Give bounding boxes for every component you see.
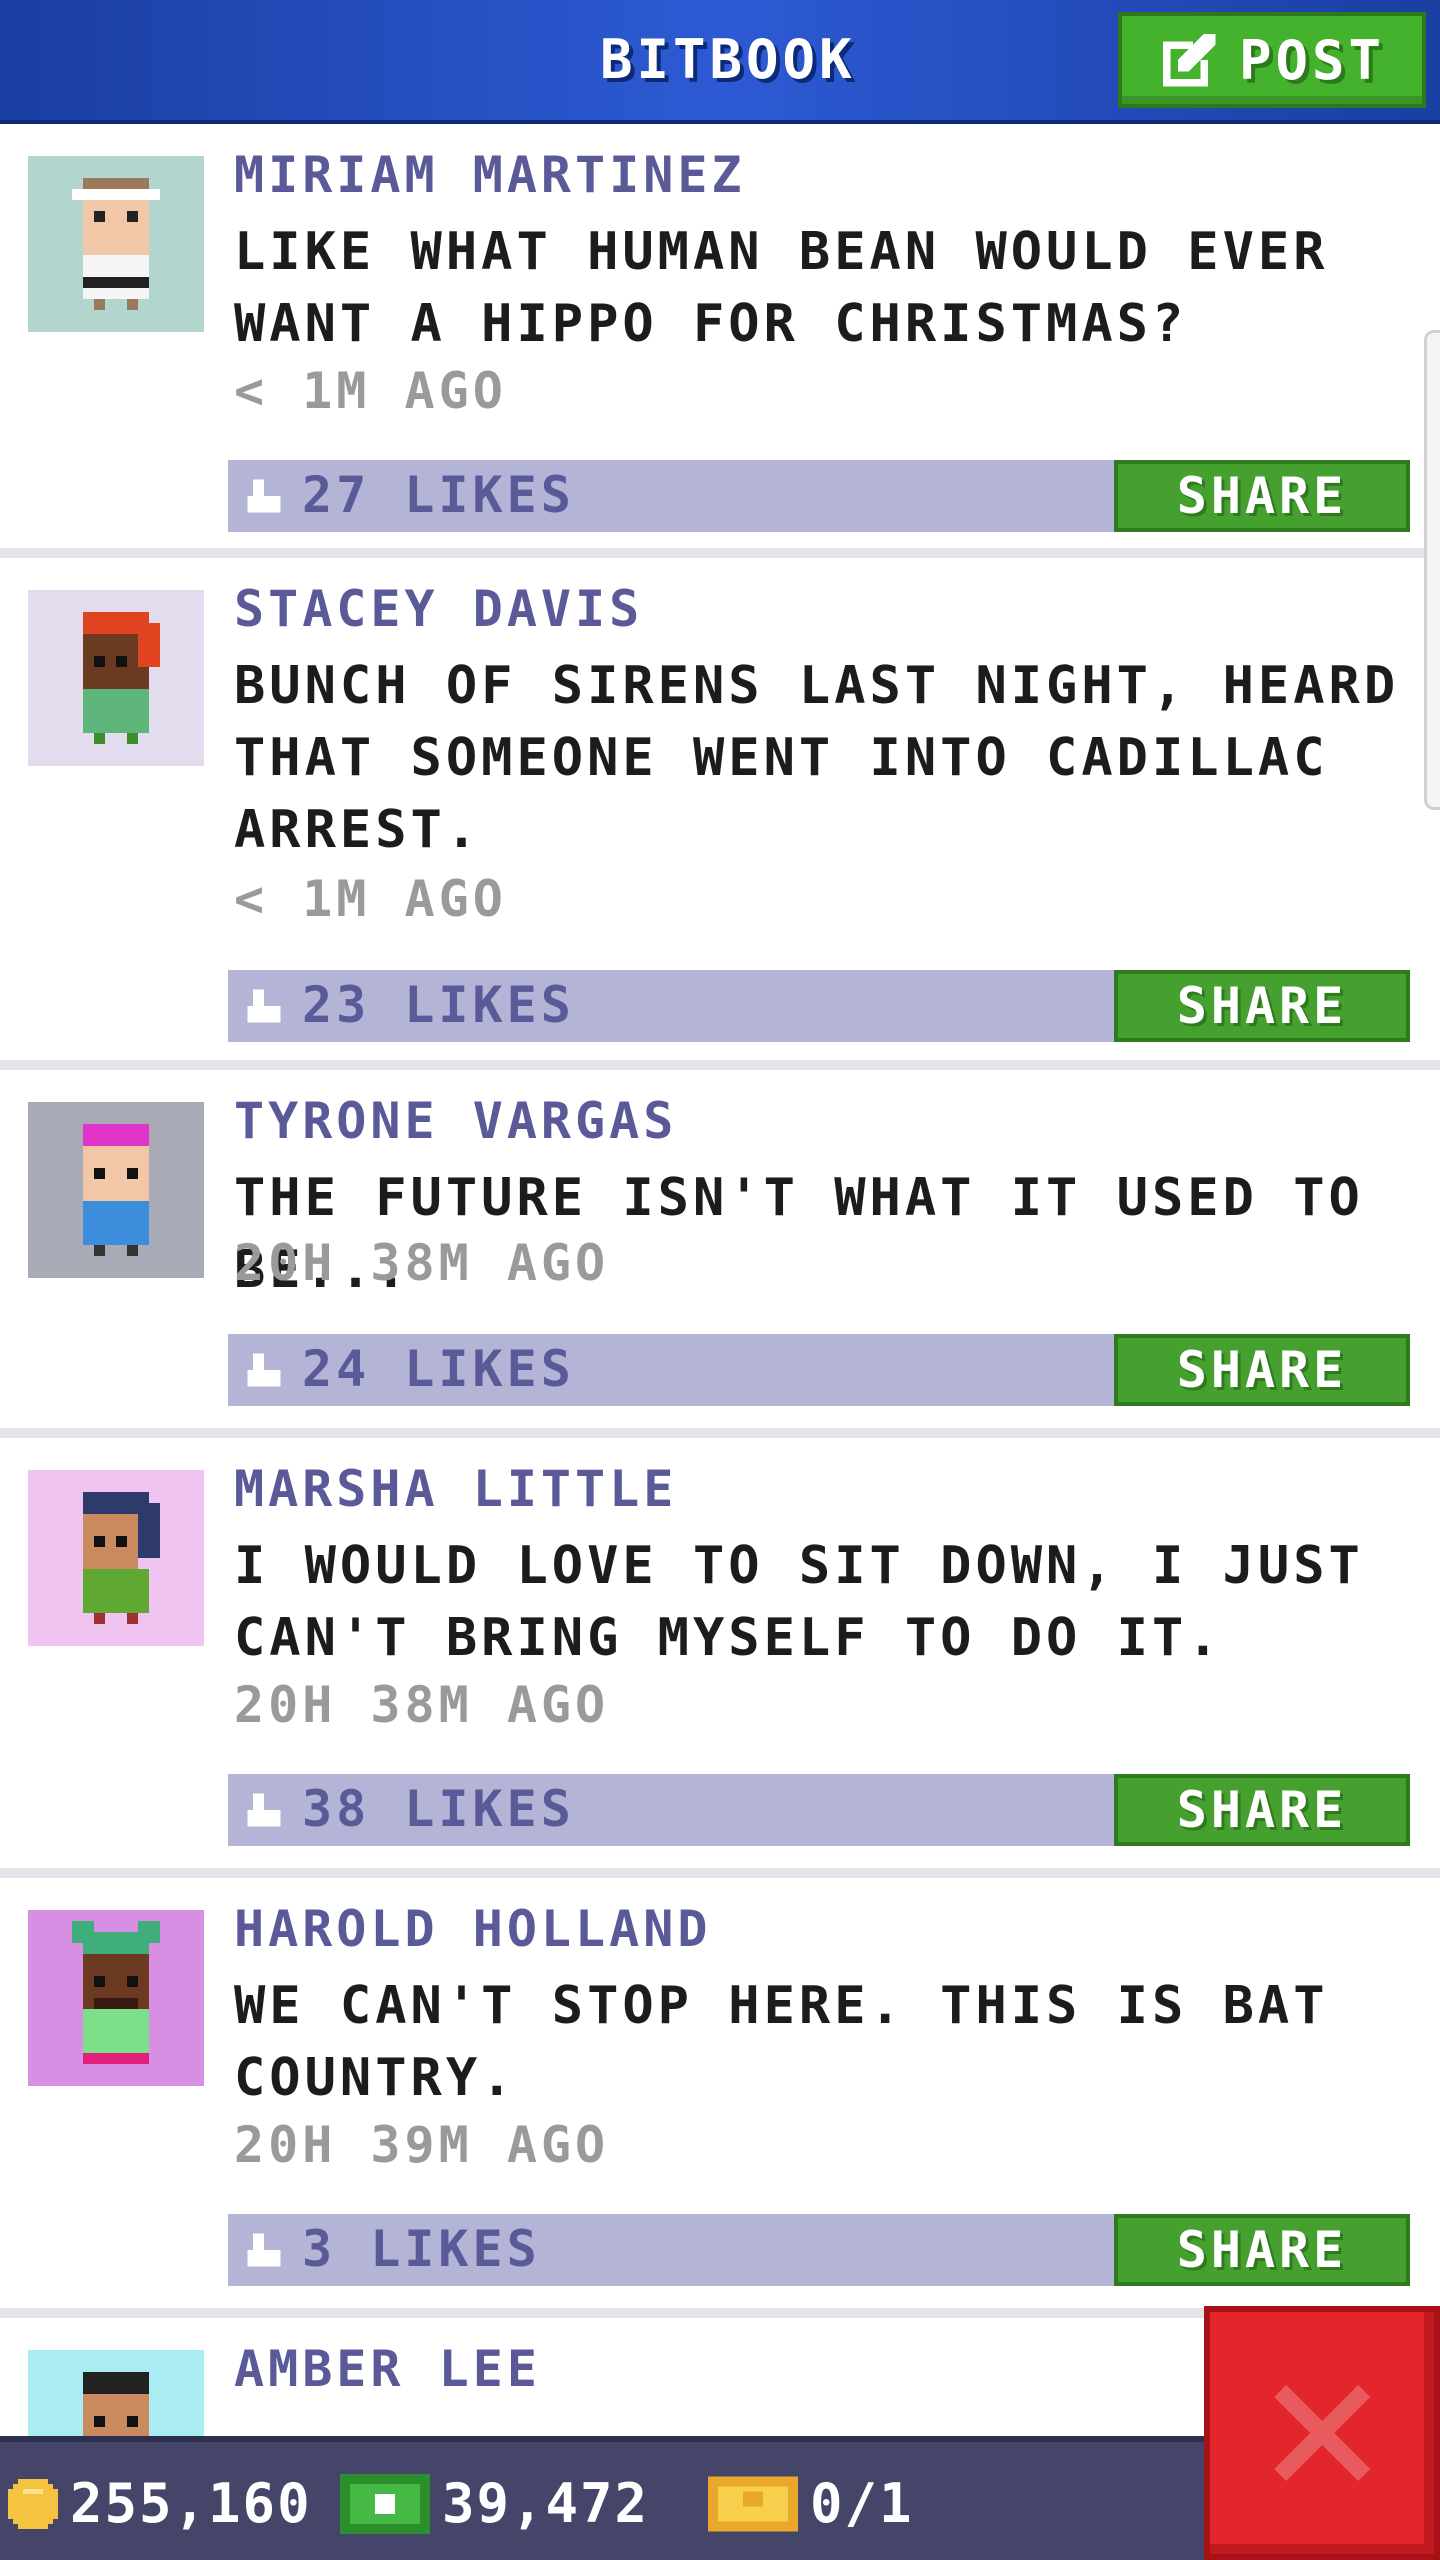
post-feed[interactable]: MIRIAM MARTINEZ LIKE WHAT HUMAN BEAN WOU… (0, 124, 1440, 2436)
like-bar: 38 LIKES SHARE (228, 1774, 1410, 1846)
close-button[interactable] (1204, 2306, 1440, 2560)
post-item: MIRIAM MARTINEZ LIKE WHAT HUMAN BEAN WOU… (0, 124, 1440, 558)
post-author[interactable]: TYRONE VARGAS (234, 1092, 677, 1150)
cash-icon (340, 2473, 430, 2534)
post-message: LIKE WHAT HUMAN BEAN WOULD EVER WANT A H… (234, 222, 1329, 354)
scroll-indicator[interactable] (1424, 330, 1440, 810)
close-x-icon (1274, 2385, 1370, 2481)
tickets-stat: 0/1 (708, 2472, 914, 2535)
like-bar: 27 LIKES SHARE (228, 460, 1410, 532)
post-item: HAROLD HOLLAND WE CAN'T STOP HERE. THIS … (0, 1878, 1440, 2318)
avatar (28, 156, 204, 332)
bux-value: 39,472 (442, 2472, 650, 2535)
share-button[interactable]: SHARE (1114, 970, 1410, 1042)
share-button[interactable]: SHARE (1114, 1774, 1410, 1846)
share-button[interactable]: SHARE (1114, 2214, 1410, 2286)
avatar (28, 2350, 204, 2436)
like-count[interactable]: 23 LIKES (302, 976, 575, 1034)
post-message: WE CAN'T STOP HERE. THIS IS BAT COUNTRY. (234, 1976, 1329, 2108)
avatar (28, 1910, 204, 2086)
post-time: 20H 38M AGO (234, 1676, 610, 1734)
share-button[interactable]: SHARE (1114, 1334, 1410, 1406)
avatar (28, 1470, 204, 1646)
coins-stat: 255,160 (8, 2472, 312, 2535)
post-time: 20H 39M AGO (234, 2116, 610, 2174)
post-item: TYRONE VARGAS THE FUTURE ISN'T WHAT IT U… (0, 1070, 1440, 1438)
post-button-label: POST (1238, 28, 1386, 92)
post-button[interactable]: POST (1118, 12, 1426, 108)
like-count[interactable]: 24 LIKES (302, 1340, 575, 1398)
post-time: < 1M AGO (234, 870, 507, 928)
avatar (28, 1102, 204, 1278)
bitbook-screen: BITBOOK POST MIRIAM MARTINEZ LIKE WHAT H… (0, 0, 1440, 2560)
post-item: MARSHA LITTLE I WOULD LOVE TO SIT DOWN, … (0, 1438, 1440, 1878)
thumbs-up-icon (247, 989, 281, 1023)
thumbs-up-icon (247, 479, 281, 513)
app-title: BITBOOK (600, 28, 856, 91)
post-time: 20H 38M AGO (234, 1234, 610, 1292)
like-count[interactable]: 3 LIKES (302, 2220, 541, 2278)
post-author[interactable]: MIRIAM MARTINEZ (234, 146, 746, 204)
coins-value: 255,160 (70, 2472, 312, 2535)
thumbs-up-icon (247, 1353, 281, 1387)
golden-ticket-icon (708, 2476, 798, 2531)
post-author[interactable]: HAROLD HOLLAND (234, 1900, 711, 1958)
post-author[interactable]: MARSHA LITTLE (234, 1460, 677, 1518)
tickets-value: 0/1 (810, 2472, 914, 2535)
thumbs-up-icon (247, 1793, 281, 1827)
share-button[interactable]: SHARE (1114, 460, 1410, 532)
like-count[interactable]: 38 LIKES (302, 1780, 575, 1838)
post-time: < 1M AGO (234, 362, 507, 420)
bux-stat: 39,472 (340, 2472, 649, 2535)
avatar (28, 590, 204, 766)
like-bar: 24 LIKES SHARE (228, 1334, 1410, 1406)
coin-icon (8, 2478, 58, 2529)
like-bar: 23 LIKES SHARE (228, 970, 1410, 1042)
post-message: I WOULD LOVE TO SIT DOWN, I JUST CAN'T B… (234, 1536, 1364, 1668)
post-author[interactable]: AMBER LEE (234, 2340, 541, 2398)
thumbs-up-icon (247, 2233, 281, 2267)
post-message: BUNCH OF SIRENS LAST NIGHT, HEARD THAT S… (234, 656, 1400, 860)
post-author[interactable]: STACEY DAVIS (234, 580, 643, 638)
like-bar: 3 LIKES SHARE (228, 2214, 1410, 2286)
like-count[interactable]: 27 LIKES (302, 466, 575, 524)
edit-square-icon (1162, 33, 1216, 87)
header-bar: BITBOOK POST (0, 0, 1440, 124)
post-item: STACEY DAVIS BUNCH OF SIRENS LAST NIGHT,… (0, 558, 1440, 1070)
